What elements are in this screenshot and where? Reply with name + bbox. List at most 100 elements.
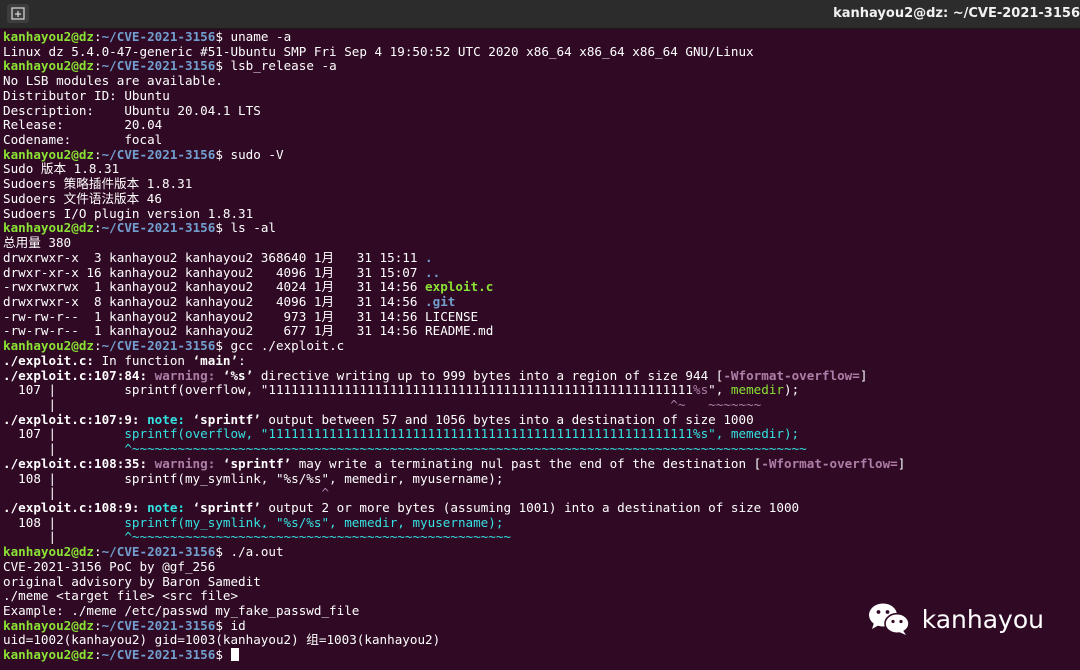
source-location: ./exploit.c:108:9: <box>3 500 140 515</box>
note-label: note: <box>139 411 185 427</box>
caret-marks: ^~~~~~~~~~~~~~~~~~~~~~~~~~~~~~~~~~~~~~~~… <box>124 529 512 545</box>
message-text: output 2 or more bytes (assuming 1001) i… <box>260 500 800 515</box>
watermark: kanhayou <box>868 602 1044 636</box>
output-line: Sudoers 策略插件版本 1.8.31 <box>3 176 193 192</box>
file-meta: -rw-rw-r-- 1 kanhayou2 kanhayou2 973 1月 … <box>3 308 426 324</box>
output-line: 总用量 380 <box>3 235 72 251</box>
prompt-sep: : <box>94 338 102 354</box>
output-line: Linux dz 5.4.0-47-generic #51-Ubuntu SMP… <box>3 43 754 59</box>
code-prefix: | <box>3 441 125 457</box>
file-row: -rw-rw-r-- 1 kanhayou2 kanhayou2 973 1月 … <box>3 308 1080 325</box>
prompt-user: kanhayou2@dz <box>3 58 94 74</box>
command: uname -a <box>230 30 292 44</box>
file-meta: -rwxrwxrwx 1 kanhayou2 kanhayou2 4024 1月… <box>3 279 426 295</box>
prompt-symbol: $ <box>215 220 231 236</box>
warning-label: warning: <box>147 367 216 383</box>
output-line: Description: Ubuntu 20.04.1 LTS <box>3 102 261 118</box>
output-line: Sudoers 文件语法版本 46 <box>3 190 162 206</box>
compiler-note: ./exploit.c:108:9: note: ‘sprintf’ outpu… <box>3 500 1080 516</box>
flag-name: -Wformat-overflow= <box>723 367 860 383</box>
warning-flag: [-Wformat-overflow=] <box>753 455 906 471</box>
message-text: In function <box>94 352 193 368</box>
file-meta: drwxrwxr-x 3 kanhayou2 kanhayou2 368640 … <box>3 249 426 265</box>
window-title: kanhayou2@dz: ~/CVE-2021-3156 <box>833 6 1080 21</box>
prompt-sep: : <box>94 617 102 633</box>
highlight-code: sprintf(overflow, "111111111111111111111… <box>124 426 800 442</box>
code-prefix: | <box>3 529 125 545</box>
code-text: ); <box>783 382 800 398</box>
compiler-warning: ./exploit.c:107:84: warning: ‘%s’ direct… <box>3 367 1080 384</box>
prompt-line: kanhayou2@dz:~/CVE-2021-3156$ gcc ./expl… <box>3 338 1080 354</box>
message-text: directive writing up to 999 bytes into a… <box>253 367 716 383</box>
file-name: .. <box>425 264 441 280</box>
warning-label: warning: <box>147 455 216 471</box>
output-line: original advisory by Baron Samedit <box>3 573 261 589</box>
prompt-path: ~/CVE-2021-3156 <box>101 220 216 236</box>
prompt-line: kanhayou2@dz:~/CVE-2021-3156$ sudo -V <box>3 146 1080 163</box>
output-line: CVE-2021-3156 PoC by @gf_256 <box>3 558 216 574</box>
prompt-symbol: $ <box>215 146 231 162</box>
output-line: Sudo 版本 1.8.31 <box>3 161 120 177</box>
terminal-output[interactable]: kanhayou2@dz:~/CVE-2021-3156$ uname -a L… <box>3 30 1080 670</box>
file-row: drwxrwxr-x 8 kanhayou2 kanhayou2 4096 1月… <box>3 293 1080 310</box>
warning-flag: [-Wformat-overflow=] <box>715 367 868 383</box>
output-line: Sudoers I/O plugin version 1.8.31 <box>3 205 254 221</box>
prompt-path: ~/CVE-2021-3156 <box>101 544 216 560</box>
source-location: ./exploit.c:107:84: <box>3 367 148 383</box>
text-cursor <box>230 648 239 662</box>
new-tab-button[interactable] <box>7 4 29 23</box>
prompt-symbol: $ <box>215 338 231 354</box>
prompt-sep: : <box>94 30 102 44</box>
prompt-symbol: $ <box>215 30 231 44</box>
source-line: 108 | sprintf(my_symlink, "%s/%s", memed… <box>3 470 504 486</box>
code-prefix: | <box>3 485 322 501</box>
source-location: ./exploit.c: <box>3 352 94 368</box>
source-line: 108 | sprintf(my_symlink, "%s/%s", memed… <box>3 514 1080 531</box>
message-text: may write a terminating nul past the end… <box>291 455 754 471</box>
caret-line: | ^~~~~~~~~~~~~~~~~~~~~~~~~~~~~~~~~~~~~~… <box>3 530 1080 545</box>
prompt-path: ~/CVE-2021-3156 <box>101 146 216 162</box>
prompt-path: ~/CVE-2021-3156 <box>101 617 216 633</box>
function-name: ‘sprintf’ <box>184 411 261 427</box>
command: sudo -V <box>230 146 284 162</box>
command: lsb_release -a <box>230 58 337 74</box>
prompt-line: kanhayou2@dz:~/CVE-2021-3156$ lsb_releas… <box>3 59 1080 74</box>
format-spec: ‘%s’ <box>215 367 254 383</box>
source-line: 107 | sprintf(overflow, "111111111111111… <box>3 427 1080 442</box>
prompt-sep: : <box>94 146 102 162</box>
caret-marks: ^~ ~~~~~~~ <box>670 396 762 412</box>
watermark-text: kanhayou <box>921 604 1044 634</box>
source-line: 107 | sprintf(overflow, "111111111111111… <box>3 382 1080 398</box>
prompt-line: kanhayou2@dz:~/CVE-2021-3156$ uname -a <box>3 30 1080 45</box>
file-meta: -rw-rw-r-- 1 kanhayou2 kanhayou2 677 1月 … <box>3 323 426 339</box>
compiler-line: ./exploit.c: In function ‘main’: <box>3 352 1080 369</box>
prompt-sep: : <box>94 220 102 236</box>
function-name: ‘sprintf’ <box>184 500 261 515</box>
caret-marks: ^~~~~~~~~~~~~~~~~~~~~~~~~~~~~~~~~~~~~~~~… <box>124 441 807 457</box>
source-location: ./exploit.c:108:35: <box>3 455 148 471</box>
source-location: ./exploit.c:107:9: <box>3 411 140 427</box>
file-name: .git <box>425 293 456 309</box>
file-row: drwxrwxr-x 3 kanhayou2 kanhayou2 368640 … <box>3 249 1080 266</box>
compiler-note: ./exploit.c:107:9: note: ‘sprintf’ outpu… <box>3 411 1080 428</box>
code-string: 1111111111111111111111111111111111111111… <box>268 382 693 398</box>
code-prefix: 107 | sprintf(overflow, " <box>3 382 269 398</box>
command: ls -al <box>230 220 277 236</box>
caret-line: | ^ <box>3 485 1080 501</box>
prompt-line: kanhayou2@dz:~/CVE-2021-3156$ ls -al <box>3 220 1080 236</box>
prompt-path: ~/CVE-2021-3156 <box>101 30 216 44</box>
prompt-user: kanhayou2@dz <box>3 338 94 354</box>
flag-name: -Wformat-overflow= <box>761 455 898 471</box>
prompt-line: kanhayou2@dz:~/CVE-2021-3156$ ./a.out <box>3 544 1080 560</box>
compiler-warning: ./exploit.c:108:35: warning: ‘sprintf’ m… <box>3 455 1080 472</box>
code-prefix: 108 | <box>3 514 125 530</box>
prompt-line[interactable]: kanhayou2@dz:~/CVE-2021-3156$ <box>3 647 1080 663</box>
command: id <box>230 617 246 633</box>
wechat-icon <box>868 603 910 635</box>
output-line: Codename: focal <box>3 132 163 148</box>
file-row: drwxr-xr-x 16 kanhayou2 kanhayou2 4096 1… <box>3 264 1080 281</box>
command: gcc ./exploit.c <box>230 338 345 354</box>
output-line: Distributor ID: Ubuntu <box>3 87 170 103</box>
code-prefix: | <box>3 396 671 412</box>
file-row: -rwxrwxrwx 1 kanhayou2 kanhayou2 4024 1月… <box>3 279 1080 295</box>
